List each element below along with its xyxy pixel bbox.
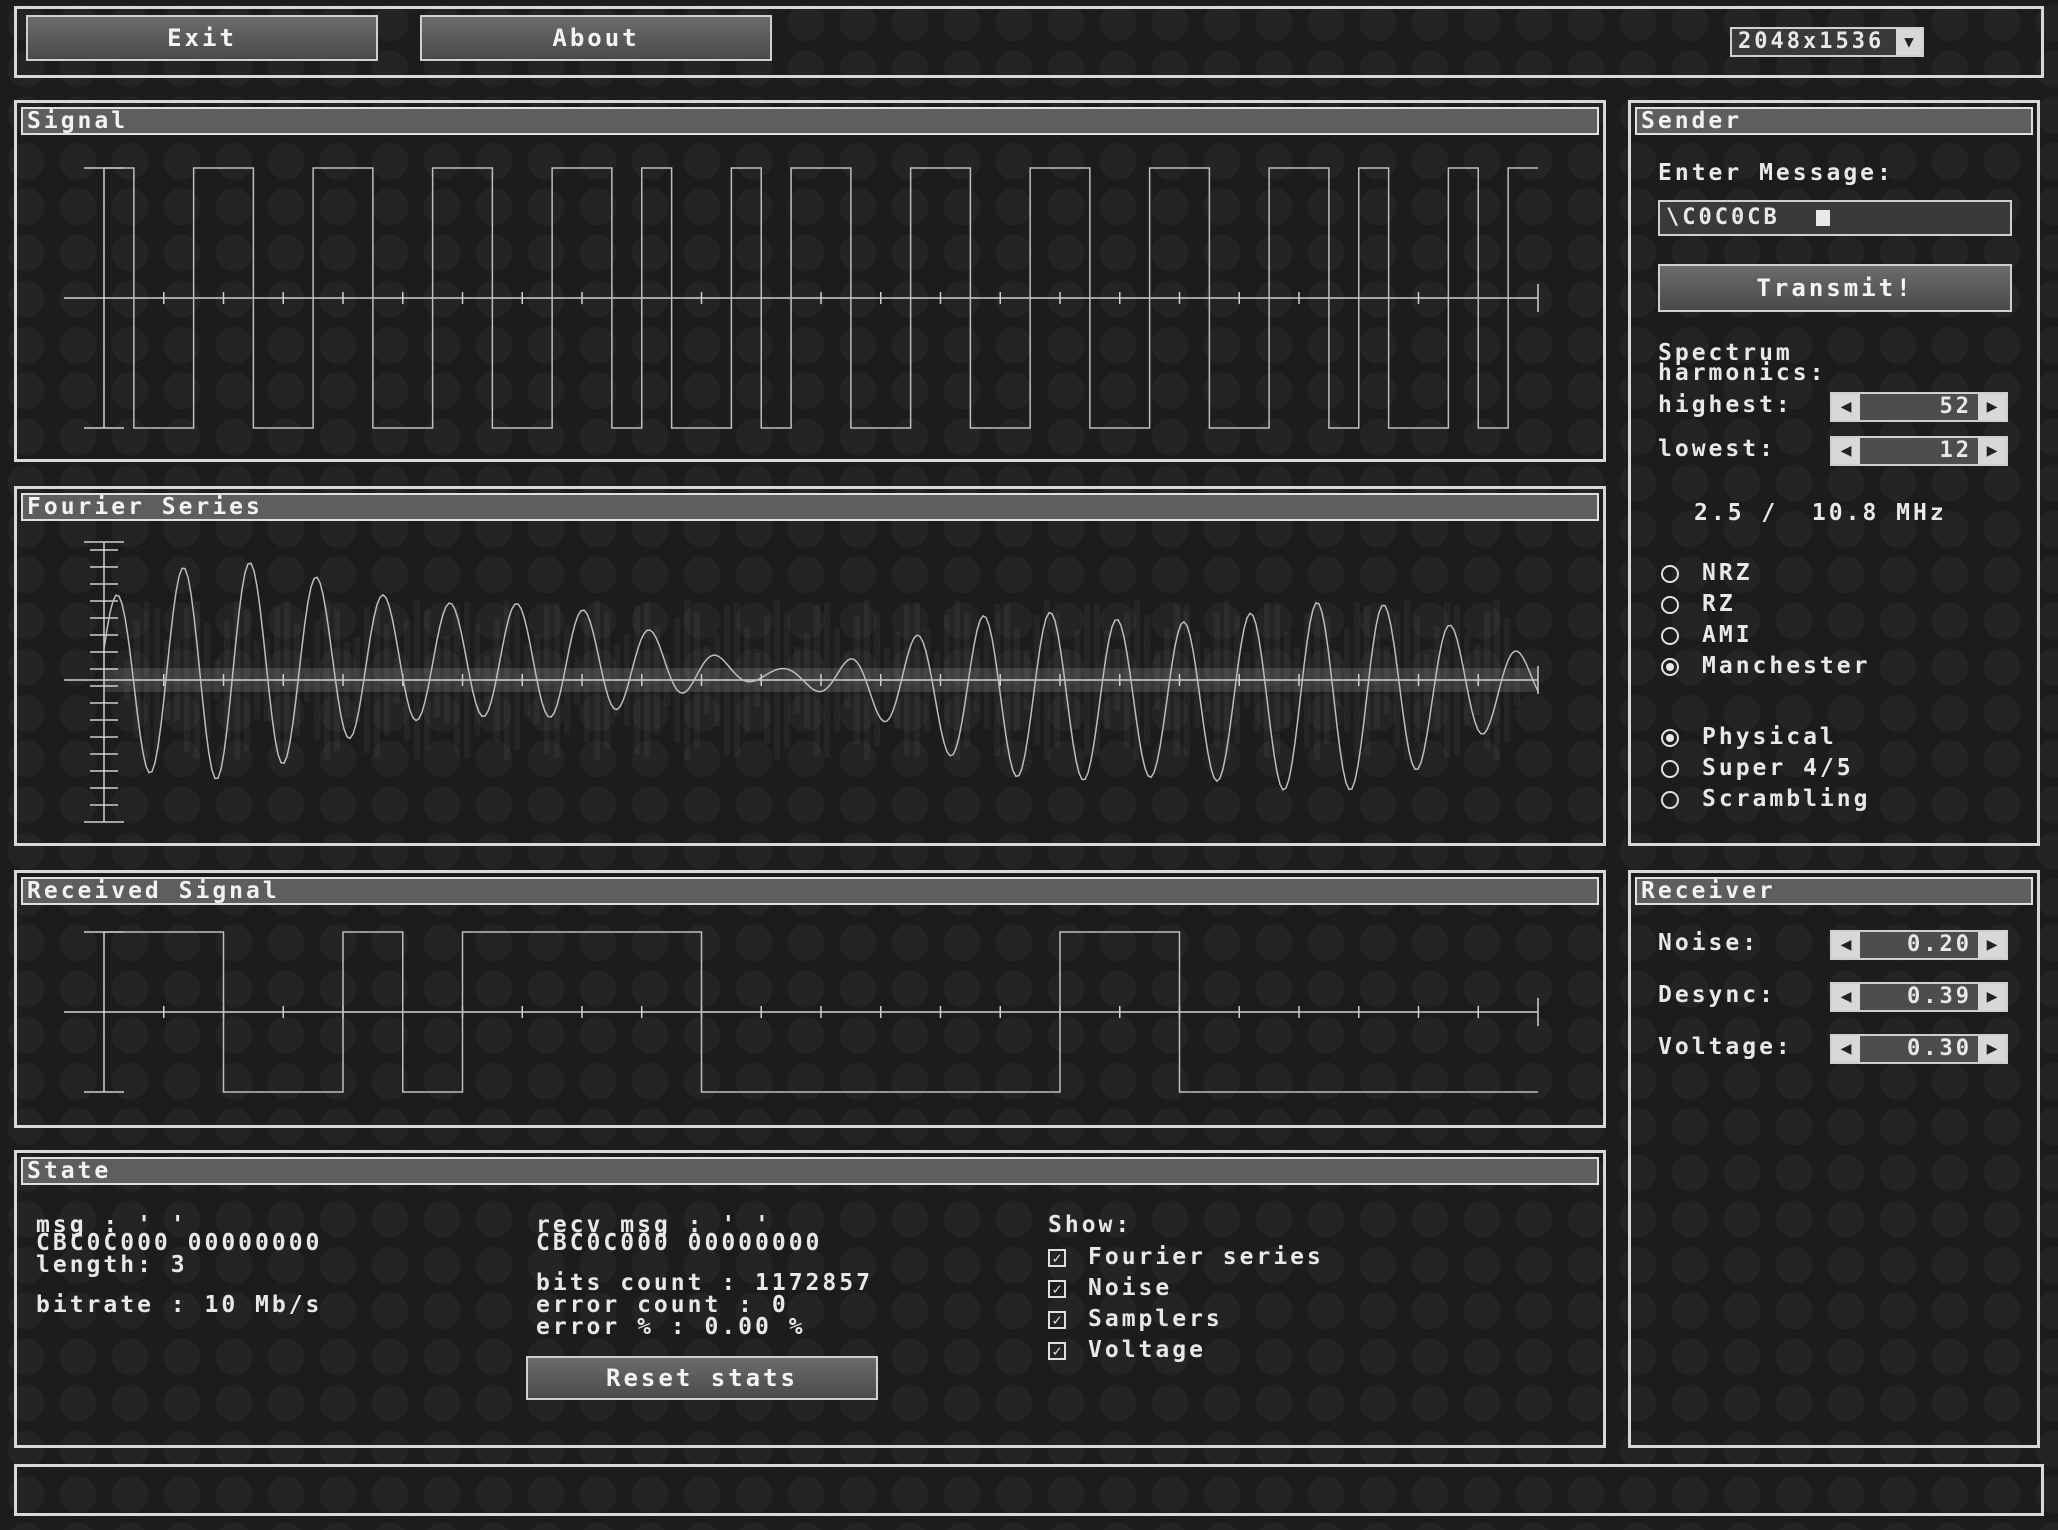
lowest-value: 12: [1939, 438, 1972, 463]
radio-physical[interactable]: [1661, 729, 1679, 747]
harmonics-label-2: harmonics:: [1658, 360, 1827, 386]
increment-icon[interactable]: ▶: [1978, 984, 2006, 1010]
samplers-label: Samplers: [1088, 1306, 1223, 1332]
highest-value: 52: [1939, 394, 1972, 419]
increment-icon[interactable]: ▶: [1978, 438, 2006, 464]
decrement-icon[interactable]: ◀: [1832, 1036, 1860, 1062]
frequency-readout: 2.5 / 10.8 MHz: [1694, 500, 1947, 526]
panel-title: Sender: [1635, 107, 2033, 135]
noise-checkbox[interactable]: ✓: [1048, 1280, 1066, 1298]
error-percent: error % : 0.00 %: [536, 1314, 806, 1340]
radio-scrambling[interactable]: [1661, 791, 1679, 809]
increment-icon[interactable]: ▶: [1978, 1036, 2006, 1062]
samplers-checkbox[interactable]: ✓: [1048, 1311, 1066, 1329]
voltage-stepper[interactable]: ◀ 0.30 ▶: [1830, 1034, 2008, 1064]
bitrate-line: bitrate : 10 Mb/s: [36, 1292, 323, 1318]
fourier-label: Fourier series: [1088, 1244, 1324, 1270]
highest-stepper[interactable]: ◀ 52 ▶: [1830, 392, 2008, 422]
noise-label: Noise: [1088, 1275, 1173, 1301]
voltage-label: Voltage:: [1658, 1034, 1793, 1060]
panel-title: Receiver: [1635, 877, 2033, 905]
radio-rz[interactable]: [1661, 596, 1679, 614]
decrement-icon[interactable]: ◀: [1832, 438, 1860, 464]
received-plot: [64, 931, 1539, 1093]
desync-label: Desync:: [1658, 982, 1776, 1008]
panel-title: State: [21, 1157, 1599, 1185]
text-cursor: [1816, 210, 1830, 226]
exit-button[interactable]: Exit: [26, 15, 378, 61]
status-bar: [14, 1464, 2044, 1516]
fourier-plot: [64, 541, 1539, 823]
radio-nrz[interactable]: [1661, 565, 1679, 583]
voltage-value: 0.30: [1907, 1036, 1972, 1061]
noise-label: Noise:: [1658, 930, 1760, 956]
increment-icon[interactable]: ▶: [1978, 932, 2006, 958]
reset-stats-button[interactable]: Reset stats: [526, 1356, 878, 1400]
nrz-label: NRZ: [1702, 560, 1753, 586]
rz-label: RZ: [1702, 591, 1736, 617]
fourier-checkbox[interactable]: ✓: [1048, 1249, 1066, 1267]
signal-plot: [64, 167, 1539, 429]
radio-ami[interactable]: [1661, 627, 1679, 645]
enter-message-label: Enter Message:: [1658, 160, 1894, 186]
radio-manchester[interactable]: [1661, 658, 1679, 676]
chevron-down-icon: ▼: [1896, 29, 1922, 55]
panel-title: Received Signal: [21, 877, 1599, 905]
desync-stepper[interactable]: ◀ 0.39 ▶: [1830, 982, 2008, 1012]
show-label: Show:: [1048, 1212, 1133, 1238]
highest-label: highest:: [1658, 392, 1793, 418]
transmit-button[interactable]: Transmit!: [1658, 264, 2012, 312]
lowest-stepper[interactable]: ◀ 12 ▶: [1830, 436, 2008, 466]
ami-label: AMI: [1702, 622, 1753, 648]
panel-title: Signal: [21, 107, 1599, 135]
manchester-label: Manchester: [1702, 653, 1871, 679]
radio-super45[interactable]: [1661, 760, 1679, 778]
decrement-icon[interactable]: ◀: [1832, 394, 1860, 420]
resolution-value: 2048x1536: [1738, 29, 1885, 54]
noise-stepper[interactable]: ◀ 0.20 ▶: [1830, 930, 2008, 960]
message-input[interactable]: \C0C0CB: [1658, 200, 2012, 236]
decrement-icon[interactable]: ◀: [1832, 984, 1860, 1010]
physical-label: Physical: [1702, 724, 1837, 750]
message-value: \C0C0CB: [1666, 205, 1780, 230]
about-button[interactable]: About: [420, 15, 772, 61]
length-line: length: 3: [36, 1252, 188, 1278]
desync-value: 0.39: [1907, 984, 1972, 1009]
super45-label: Super 4/5: [1702, 755, 1854, 781]
panel-title: Fourier Series: [21, 493, 1599, 521]
voltage-label: Voltage: [1088, 1337, 1206, 1363]
voltage-checkbox[interactable]: ✓: [1048, 1342, 1066, 1360]
resolution-dropdown[interactable]: 2048x1536 ▼: [1730, 27, 1924, 57]
recv-hex: CBC0C000 00000000: [536, 1230, 823, 1256]
scrambling-label: Scrambling: [1702, 786, 1871, 812]
increment-icon[interactable]: ▶: [1978, 394, 2006, 420]
noise-value: 0.20: [1907, 932, 1972, 957]
decrement-icon[interactable]: ◀: [1832, 932, 1860, 958]
lowest-label: lowest:: [1658, 436, 1776, 462]
